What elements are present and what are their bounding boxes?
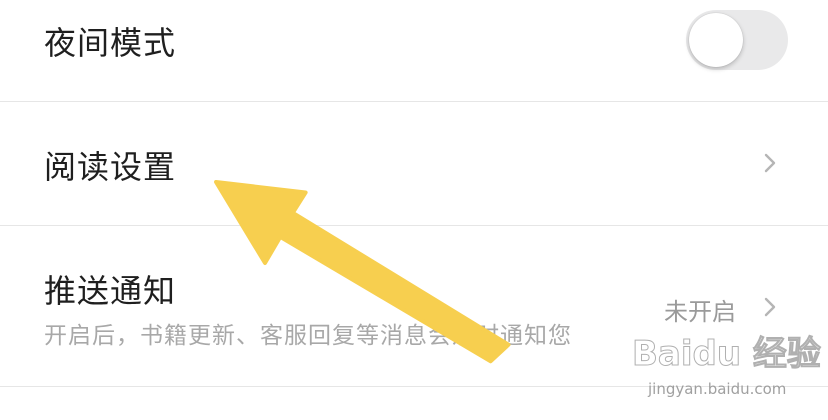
push-notification-label: 推送通知 [44, 272, 177, 310]
push-notification-row[interactable]: 推送通知 开启后，书籍更新、客服回复等消息会及时通知您 未开启 [0, 226, 828, 386]
divider [0, 386, 828, 387]
push-notification-status: 未开启 [664, 298, 736, 326]
reading-settings-row[interactable]: 阅读设置 [0, 102, 828, 224]
toggle-knob [689, 13, 743, 67]
night-mode-label: 夜间模式 [44, 24, 177, 62]
night-mode-toggle[interactable] [686, 10, 788, 70]
chevron-right-icon [764, 297, 776, 317]
night-mode-row: 夜间模式 [0, 0, 828, 100]
chevron-right-icon [764, 153, 776, 173]
push-notification-description: 开启后，书籍更新、客服回复等消息会及时通知您 [44, 323, 572, 349]
reading-settings-label: 阅读设置 [44, 148, 177, 186]
